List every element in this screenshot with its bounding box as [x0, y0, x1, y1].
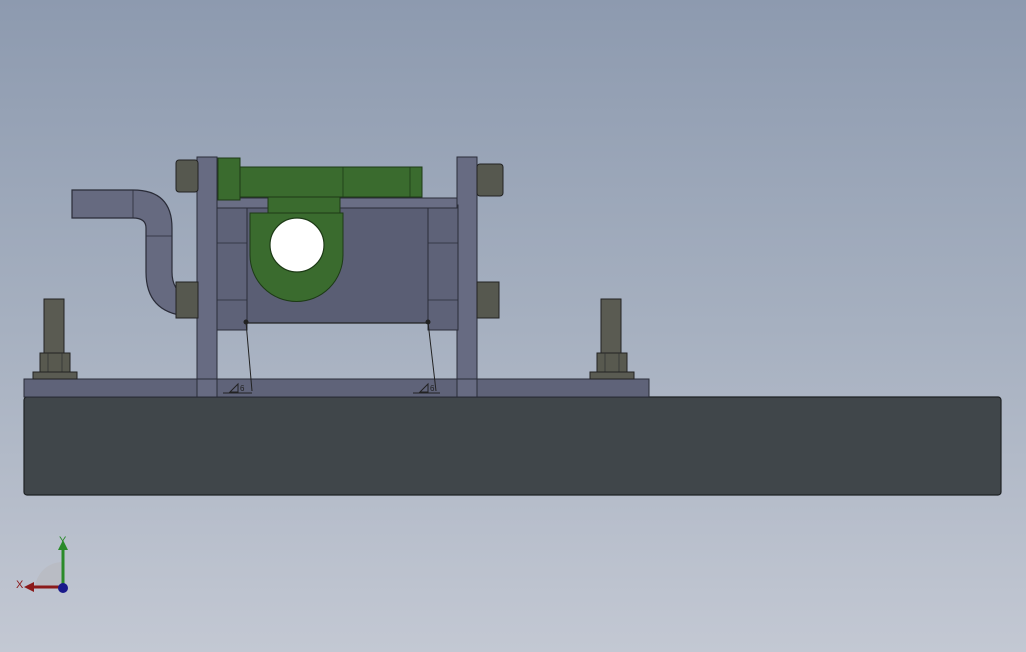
triad-x-label: X	[16, 579, 24, 591]
frame-plate[interactable]	[23, 378, 650, 398]
right-upright[interactable]	[427, 156, 504, 398]
frame-plate-gusset-right	[456, 378, 478, 398]
graphics-viewport[interactable]: 6 6 Y X	[0, 0, 1026, 652]
locating-pin-left[interactable]	[32, 298, 78, 380]
weld-size-label-right: 6	[430, 384, 435, 393]
pipe[interactable]	[71, 189, 187, 317]
orientation-triad[interactable]: Y X	[16, 535, 68, 593]
base-plate[interactable]	[23, 396, 1002, 496]
triad-y-label: Y	[59, 535, 67, 547]
frame-plate-gusset-left	[196, 378, 218, 398]
locating-pin-right[interactable]	[589, 298, 635, 380]
weld-size-label-left: 6	[240, 384, 245, 393]
cad-model-view[interactable]: 6 6 Y X	[0, 0, 1026, 652]
